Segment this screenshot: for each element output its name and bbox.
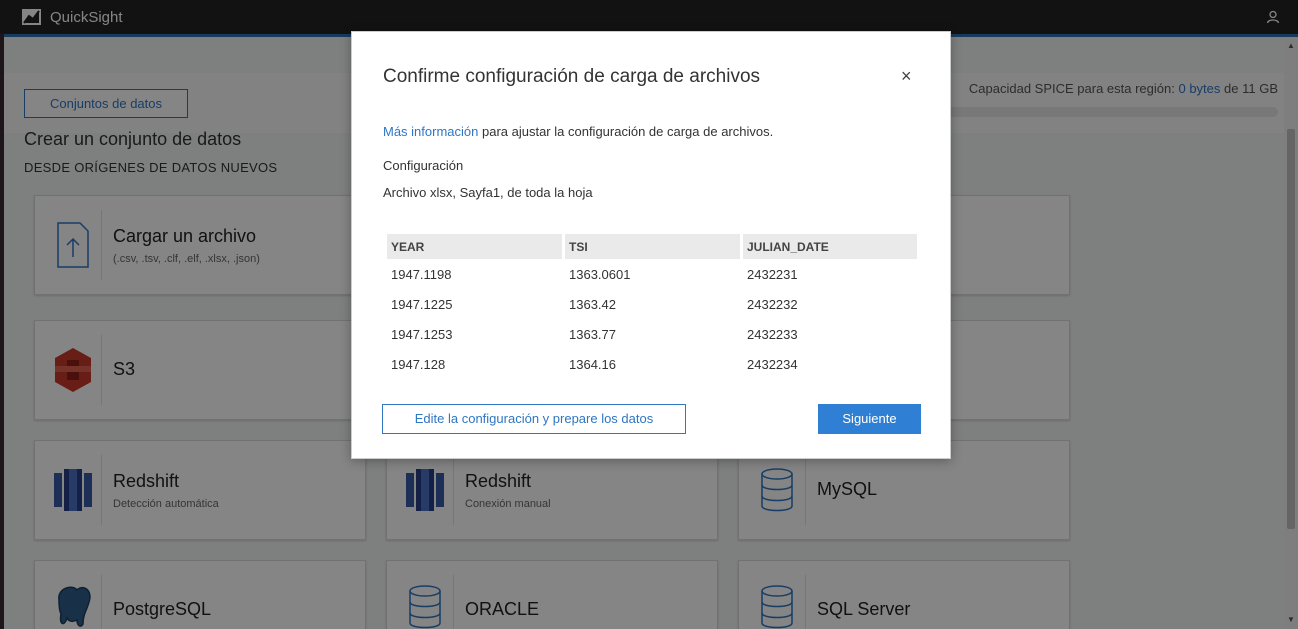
table-cell: 1363.77 [569, 326, 616, 342]
confirm-upload-dialog: Confirme configuración de carga de archi… [351, 31, 951, 459]
close-icon[interactable]: × [901, 66, 912, 87]
preview-table: YEAR TSI JULIAN_DATE 1947.1198 1363.0601… [384, 234, 920, 379]
column-header-julian-date: JULIAN_DATE [743, 234, 917, 259]
table-cell: 1947.1253 [391, 326, 453, 342]
table-cell: 1364.16 [569, 356, 616, 372]
table-cell: 2432233 [747, 326, 798, 342]
dialog-info: Más información para ajustar la configur… [383, 124, 773, 139]
table-cell: 1363.0601 [569, 266, 631, 282]
table-cell: 2432231 [747, 266, 798, 282]
table-cell: 1947.128 [391, 356, 446, 372]
info-text: para ajustar la configuración de carga d… [478, 124, 774, 139]
config-label: Configuración [383, 158, 464, 173]
more-info-link[interactable]: Más información [383, 124, 478, 139]
table-cell: 2432234 [747, 356, 798, 372]
table-cell: 1947.1225 [391, 296, 453, 312]
table-row: 1947.1198 1363.0601 2432231 [387, 259, 917, 289]
dialog-title: Confirme configuración de carga de archi… [383, 66, 761, 87]
table-header-row: YEAR TSI JULIAN_DATE [387, 234, 917, 259]
next-button[interactable]: Siguiente [818, 404, 921, 434]
table-cell: 1947.1198 [391, 266, 452, 282]
table-row: 1947.1225 1363.42 2432232 [387, 289, 917, 319]
table-cell: 1363.42 [569, 296, 616, 312]
edit-settings-button[interactable]: Edite la configuración y prepare los dat… [382, 404, 686, 434]
table-row: 1947.128 1364.16 2432234 [387, 349, 917, 379]
table-cell: 2432232 [747, 296, 798, 312]
column-header-year: YEAR [387, 234, 562, 259]
config-value: Archivo xlsx, Sayfa1, de toda la hoja [383, 185, 593, 200]
table-row: 1947.1253 1363.77 2432233 [387, 319, 917, 349]
column-header-tsi: TSI [565, 234, 740, 259]
